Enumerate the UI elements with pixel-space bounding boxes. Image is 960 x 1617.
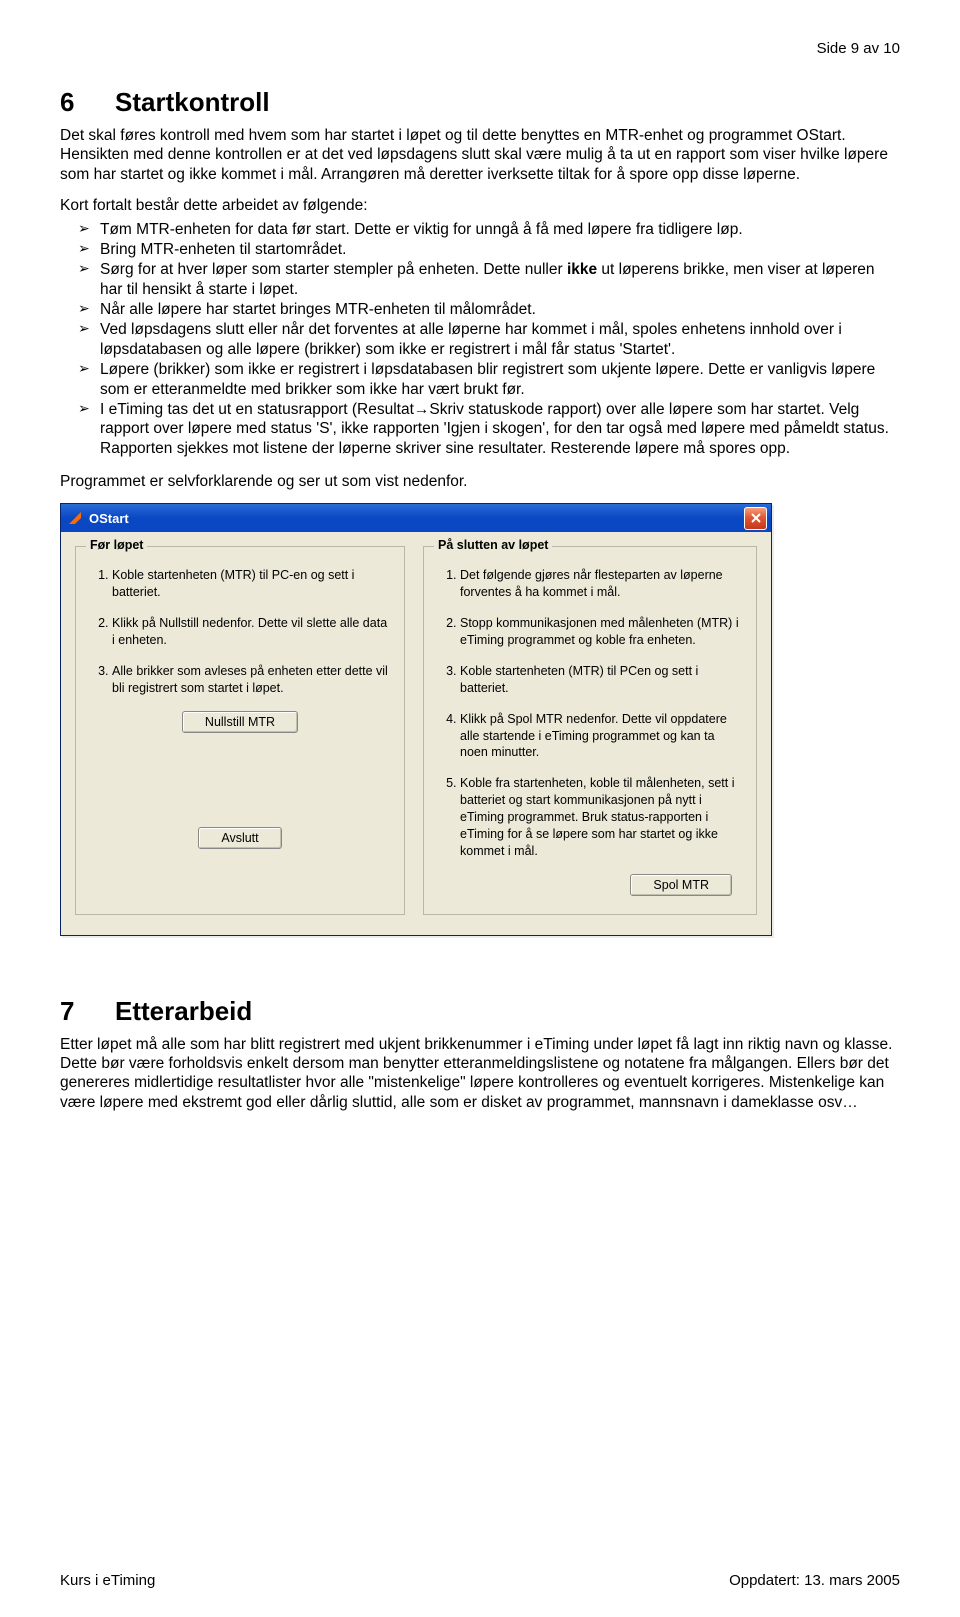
exit-button[interactable]: Avslutt bbox=[198, 827, 281, 849]
app-icon bbox=[67, 510, 83, 526]
section-6-para-1: Det skal føres kontroll med hvem som har… bbox=[60, 126, 900, 184]
window-titlebar: OStart bbox=[61, 504, 771, 532]
section-6-intro: Kort fortalt består dette arbeidet av fø… bbox=[60, 196, 900, 215]
section-6-heading: 6Startkontroll bbox=[60, 87, 900, 118]
list-item: Når alle løpere har startet bringes MTR-… bbox=[78, 300, 900, 319]
list-item: Tøm MTR-enheten for data før start. Dett… bbox=[78, 220, 900, 239]
section-7-heading: 7Etterarbeid bbox=[60, 996, 900, 1027]
section-6-number: 6 bbox=[60, 87, 115, 118]
footer-right: Oppdatert: 13. mars 2005 bbox=[729, 1572, 900, 1589]
section-7-para: Etter løpet må alle som har blitt regist… bbox=[60, 1035, 900, 1113]
list-item: Klikk på Spol MTR nedenfor. Dette vil op… bbox=[460, 711, 742, 762]
spool-mtr-button[interactable]: Spol MTR bbox=[630, 874, 732, 896]
footer-left: Kurs i eTiming bbox=[60, 1572, 155, 1589]
list-item: Koble startenheten (MTR) til PC-en og se… bbox=[112, 567, 390, 601]
list-item: Klikk på Nullstill nedenfor. Dette vil s… bbox=[112, 615, 390, 649]
section-6-closing: Programmet er selvforklarende og ser ut … bbox=[60, 472, 900, 491]
before-race-legend: Før løpet bbox=[86, 538, 147, 552]
section-7-number: 7 bbox=[60, 996, 115, 1027]
page-number: Side 9 av 10 bbox=[60, 40, 900, 57]
list-item: Koble startenheten (MTR) til PCen og set… bbox=[460, 663, 742, 697]
list-item: Løpere (brikker) som ikke er registrert … bbox=[78, 360, 900, 399]
after-race-legend: På slutten av løpet bbox=[434, 538, 552, 552]
window-title: OStart bbox=[89, 511, 744, 526]
list-item: Bring MTR-enheten til startområdet. bbox=[78, 240, 900, 259]
section-6-bullet-list: Tøm MTR-enheten for data før start. Dett… bbox=[60, 220, 900, 459]
list-item: Sørg for at hver løper som starter stemp… bbox=[78, 260, 900, 299]
ostart-window: OStart Før løpet Koble startenheten (MTR… bbox=[60, 503, 772, 935]
list-item: Ved løpsdagens slutt eller når det forve… bbox=[78, 320, 900, 359]
list-item: Stopp kommunikasjonen med målenheten (MT… bbox=[460, 615, 742, 649]
section-6-title: Startkontroll bbox=[115, 87, 270, 117]
list-item: Koble fra startenheten, koble til målenh… bbox=[460, 775, 742, 859]
after-race-fieldset: På slutten av løpet Det følgende gjøres … bbox=[423, 546, 757, 914]
list-item: Alle brikker som avleses på enheten ette… bbox=[112, 663, 390, 697]
section-7-title: Etterarbeid bbox=[115, 996, 252, 1026]
close-button[interactable] bbox=[744, 507, 767, 530]
before-race-fieldset: Før løpet Koble startenheten (MTR) til P… bbox=[75, 546, 405, 914]
reset-mtr-button[interactable]: Nullstill MTR bbox=[182, 711, 298, 733]
list-item: Det følgende gjøres når flesteparten av … bbox=[460, 567, 742, 601]
list-item: I eTiming tas det ut en statusrapport (R… bbox=[78, 400, 900, 458]
